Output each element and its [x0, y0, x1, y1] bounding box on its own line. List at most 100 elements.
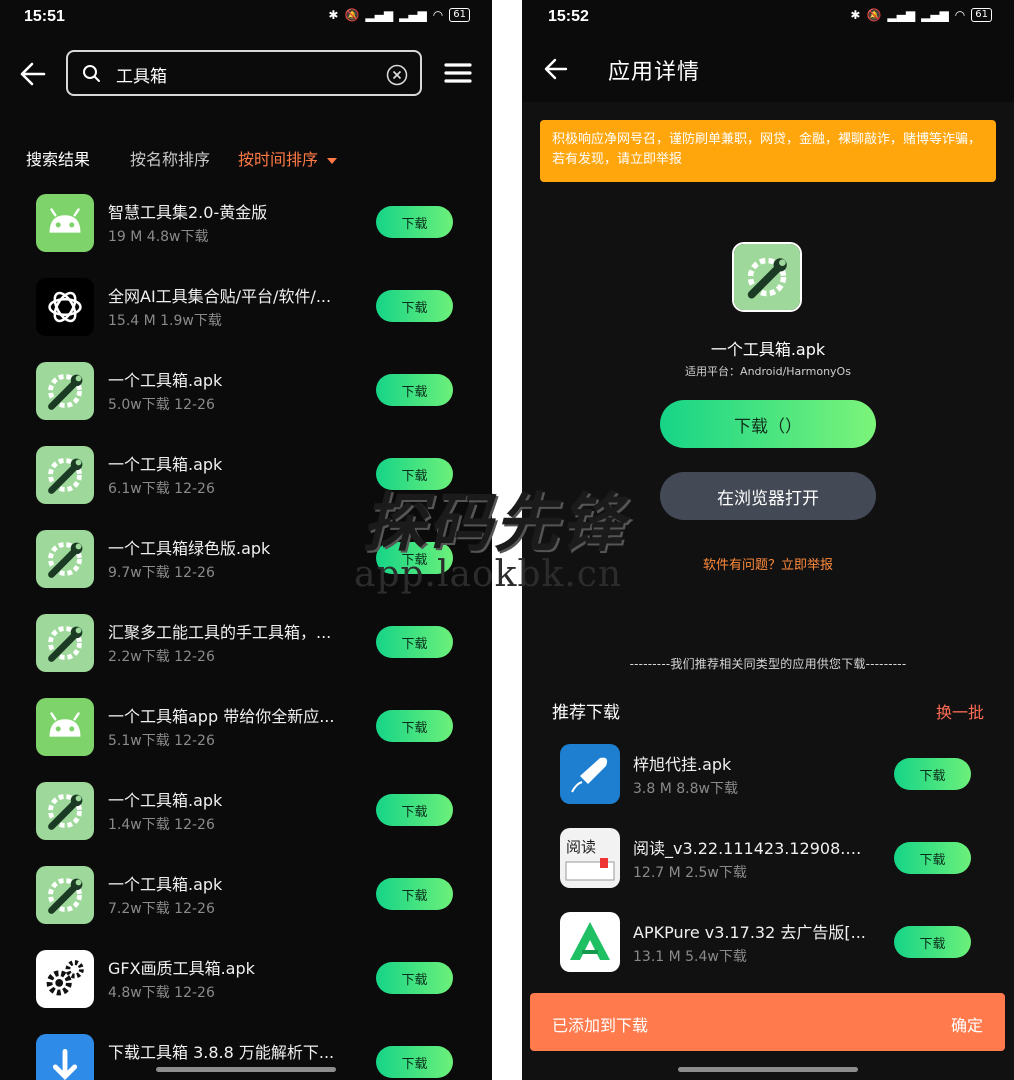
- status-time: 15:51: [24, 8, 65, 25]
- download-button[interactable]: 下载: [376, 458, 453, 490]
- result-item[interactable]: 一个工具箱.apk 6.1w下载 12-26 下载: [0, 438, 492, 522]
- recommend-title: 推荐下载: [552, 703, 620, 723]
- clear-icon[interactable]: [386, 64, 408, 90]
- download-icon: [36, 1034, 94, 1080]
- recommend-item[interactable]: 梓旭代挂.apk 3.8 M 8.8w下载 下载: [522, 736, 1014, 820]
- apkpure-icon: [560, 912, 620, 972]
- menu-icon[interactable]: [444, 62, 472, 88]
- signal-icon: ▂▄▆: [399, 8, 427, 22]
- download-button[interactable]: 下载: [894, 842, 971, 874]
- home-indicator: [156, 1067, 336, 1072]
- wrench-gear-icon: [36, 614, 94, 672]
- app-meta: 9.7w下载 12-26: [108, 565, 215, 581]
- app-title: 一个工具箱.apk: [108, 791, 223, 810]
- app-title: 一个工具箱绿色版.apk: [108, 539, 271, 558]
- app-meta: 12.7 M 2.5w下载: [633, 865, 747, 881]
- android-icon: [36, 698, 94, 756]
- download-button[interactable]: 下载: [894, 926, 971, 958]
- svg-text:阅读: 阅读: [566, 838, 596, 856]
- battery-icon: 61: [971, 8, 992, 22]
- result-item[interactable]: GFX画质工具箱.apk 4.8w下载 12-26 下载: [0, 942, 492, 1026]
- result-item[interactable]: 一个工具箱.apk 7.2w下载 12-26 下载: [0, 858, 492, 942]
- report-link[interactable]: 软件有问题？立即举报: [522, 554, 1014, 573]
- search-icon: [82, 64, 102, 88]
- app-meta: 3.8 M 8.8w下载: [633, 781, 738, 797]
- result-item[interactable]: 一个工具箱绿色版.apk 9.7w下载 12-26 下载: [0, 522, 492, 606]
- result-item[interactable]: 一个工具箱app 带给你全新应... 5.1w下载 12-26 下载: [0, 690, 492, 774]
- status-bar: 15:51 ✱ 🔕 ▂▄▆ ▂▄▆ ◠ 61: [0, 0, 492, 34]
- result-item[interactable]: 汇聚多工能工具的手工具箱，... 2.2w下载 12-26 下载: [0, 606, 492, 690]
- app-meta: 15.4 M 1.9w下载: [108, 313, 222, 329]
- status-time: 15:52: [548, 8, 589, 25]
- recommend-item[interactable]: APKPure v3.17.32 去广告版[... 13.1 M 5.4w下载 下载: [522, 904, 1014, 988]
- recommend-hint: ---------我们推荐相关同类型的应用供您下载---------: [629, 657, 907, 671]
- app-title: 阅读_v3.22.111423.12908.apk: [633, 839, 868, 858]
- wrench-gear-icon: [36, 362, 94, 420]
- download-button[interactable]: 下载: [376, 374, 453, 406]
- home-indicator: [678, 1067, 858, 1072]
- app-title: 一个工具箱.apk: [108, 875, 223, 894]
- download-button[interactable]: 下载: [376, 206, 453, 238]
- back-arrow-icon[interactable]: [20, 62, 46, 86]
- signal-icon: ▂▄▆: [365, 8, 394, 22]
- download-button[interactable]: 下载: [376, 794, 453, 826]
- result-item[interactable]: 智慧工具集2.0-黄金版 19 M 4.8w下载 下载: [0, 186, 492, 270]
- status-icons: ✱ 🔕 ▂▄▆ ▂▄▆ ◠ 61: [328, 8, 470, 22]
- wrench-gear-icon: [732, 242, 802, 312]
- android-icon: [36, 194, 94, 252]
- refresh-batch-button[interactable]: 换一批: [936, 699, 984, 723]
- bluetooth-icon: ✱: [328, 8, 339, 22]
- read-book-icon: 阅读: [560, 828, 620, 888]
- tab-sort-by-time-label: 按时间排序: [238, 150, 319, 169]
- download-button[interactable]: 下载: [376, 1046, 453, 1078]
- app-title: APKPure v3.17.32 去广告版[...: [633, 923, 866, 942]
- wrench-gear-icon: [36, 446, 94, 504]
- wifi-icon: ◠: [432, 8, 444, 22]
- search-results-screen: 15:51 ✱ 🔕 ▂▄▆ ▂▄▆ ◠ 61 搜索结果 按名称排序 按时间排序: [0, 0, 492, 1080]
- tab-sort-by-name[interactable]: 按名称排序: [130, 146, 210, 170]
- download-button[interactable]: 下载: [894, 758, 971, 790]
- app-meta: 5.0w下载 12-26: [108, 397, 215, 413]
- toast-confirm-button[interactable]: 确定: [951, 1012, 983, 1036]
- app-meta: 4.8w下载 12-26: [108, 985, 215, 1001]
- app-meta: 2.2w下载 12-26: [108, 649, 215, 665]
- app-title: 智慧工具集2.0-黄金版: [108, 203, 268, 222]
- toast: 已添加到下载 确定: [530, 993, 1005, 1051]
- app-detail-screen: 15:52 ✱ 🔕 ▂▄▆ ▂▄▆ ◠ 61 应用详情 积极响应净网号召，谨防刷…: [522, 0, 1014, 1080]
- app-title: 下载工具箱 3.8.8 万能解析下...: [108, 1043, 335, 1062]
- download-button[interactable]: 下载: [376, 962, 453, 994]
- status-bar: 15:52 ✱ 🔕 ▂▄▆ ▂▄▆ ◠ 61: [522, 0, 1014, 34]
- download-button[interactable]: 下载: [376, 878, 453, 910]
- app-title: 全网AI工具集合贴/平台/软件/...: [108, 287, 332, 306]
- open-in-browser-button[interactable]: 在浏览器打开: [660, 472, 876, 520]
- wrench-gear-icon: [36, 782, 94, 840]
- download-button[interactable]: 下载: [376, 626, 453, 658]
- app-title: 一个工具箱.apk: [108, 371, 223, 390]
- app-title: 一个工具箱.apk: [108, 455, 223, 474]
- app-meta: 1.4w下载 12-26: [108, 817, 215, 833]
- download-button[interactable]: 下载: [376, 290, 453, 322]
- search-bar[interactable]: [66, 50, 422, 96]
- app-meta: 13.1 M 5.4w下载: [633, 949, 747, 965]
- app-meta: 7.2w下载 12-26: [108, 901, 215, 917]
- result-item[interactable]: 全网AI工具集合贴/平台/软件/... 15.4 M 1.9w下载 下载: [0, 270, 492, 354]
- tab-search-results[interactable]: 搜索结果: [26, 146, 90, 170]
- result-item[interactable]: 一个工具箱.apk 5.0w下载 12-26 下载: [0, 354, 492, 438]
- signal-icon: ▂▄▆: [921, 8, 949, 22]
- recommend-item[interactable]: 阅读 阅读_v3.22.111423.12908.apk 12.7 M 2.5w下…: [522, 820, 1014, 904]
- download-button[interactable]: 下载（）: [660, 400, 876, 448]
- toast-message: 已添加到下载: [552, 1016, 649, 1035]
- download-button[interactable]: 下载: [376, 542, 453, 574]
- wrench-gear-icon: [36, 530, 94, 588]
- result-item[interactable]: 一个工具箱.apk 1.4w下载 12-26 下载: [0, 774, 492, 858]
- page-title: 应用详情: [608, 60, 701, 85]
- mute-icon: 🔕: [344, 8, 360, 22]
- warning-banner: 积极响应净网号召，谨防刷单兼职，网贷，金融，裸聊敲诈，赌博等诈骗，若有发现，请立…: [540, 120, 996, 182]
- status-icons: ✱ 🔕 ▂▄▆ ▂▄▆ ◠ 61: [850, 8, 992, 22]
- search-input[interactable]: [114, 60, 378, 88]
- wrench-gear-icon: [36, 866, 94, 924]
- rocket-icon: [560, 744, 620, 804]
- back-arrow-icon[interactable]: [544, 58, 568, 80]
- tab-sort-by-time[interactable]: 按时间排序: [238, 146, 338, 170]
- download-button[interactable]: 下载: [376, 710, 453, 742]
